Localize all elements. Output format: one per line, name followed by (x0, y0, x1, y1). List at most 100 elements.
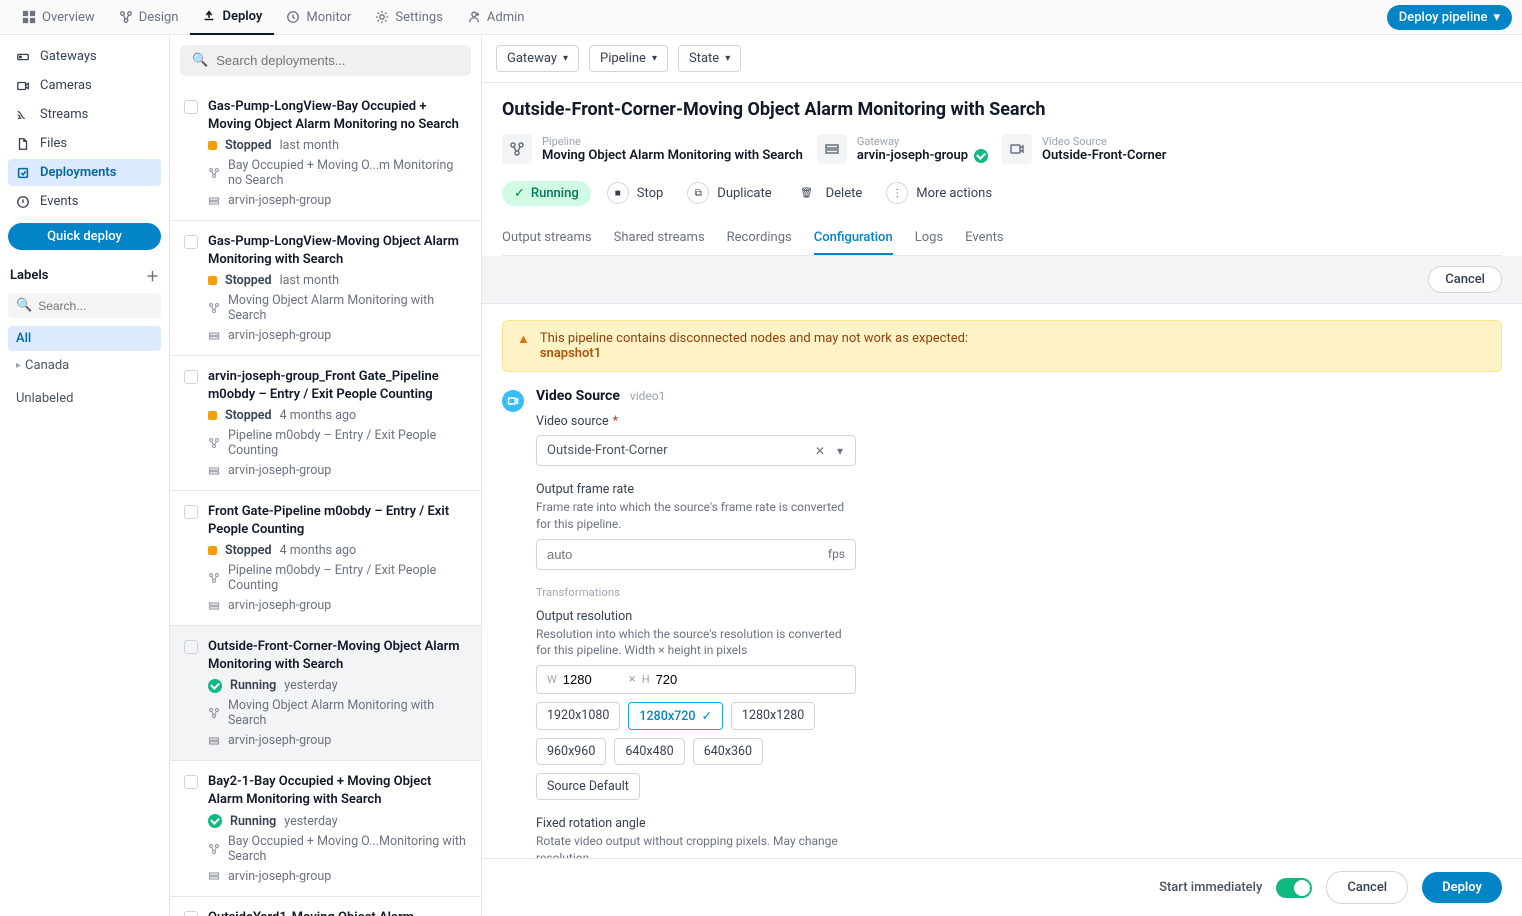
tab-recordings[interactable]: Recordings (727, 222, 792, 255)
select-checkbox[interactable] (184, 640, 198, 654)
resolution-preset[interactable]: 960x960 (536, 738, 606, 765)
tab-events[interactable]: Events (965, 222, 1003, 255)
running-icon (208, 814, 222, 828)
nav-label: Overview (42, 10, 95, 25)
label-all[interactable]: All (8, 326, 161, 351)
deployment-card[interactable]: Gas-Pump-LongView-Bay Occupied + Moving … (170, 86, 481, 221)
resolution-preset[interactable]: 1280x720 ✓ (628, 702, 723, 730)
pipeline-text: Bay Occupied + Moving O...Monitoring wit… (228, 834, 467, 864)
alert-link[interactable]: snapshot1 (540, 346, 601, 361)
video-source-select[interactable]: Outside-Front-Corner ✕ ▾ (536, 435, 856, 466)
resolution-preset[interactable]: 640x480 (614, 738, 684, 765)
meta-value[interactable]: arvin-joseph-group (857, 148, 988, 163)
footer-deploy-button[interactable]: Deploy (1422, 872, 1502, 903)
status-text: Stopped (225, 543, 272, 558)
frame-rate-input-row[interactable]: fps (536, 539, 856, 570)
design-icon (119, 10, 133, 24)
tab-logs[interactable]: Logs (915, 222, 943, 255)
frame-rate-input[interactable] (547, 547, 820, 562)
resolution-input[interactable]: W × H (536, 665, 856, 694)
sidebar-item-events[interactable]: Events (8, 188, 161, 215)
select-checkbox[interactable] (184, 235, 198, 249)
sidebar-item-deployments[interactable]: Deployments (8, 159, 161, 186)
status-ok-icon (974, 149, 988, 163)
label-canada[interactable]: ▸ Canada (8, 353, 161, 378)
gateway-icon (16, 50, 30, 64)
resolution-preset[interactable]: 1920x1080 (536, 702, 620, 730)
labels-search[interactable]: 🔍 (8, 293, 161, 318)
time-text: 4 months ago (280, 543, 357, 558)
stopped-icon (208, 546, 217, 555)
nav-overview[interactable]: Overview (10, 0, 107, 35)
duplicate-button[interactable]: ⧉Duplicate (679, 178, 779, 208)
sidebar-item-streams[interactable]: Streams (8, 101, 161, 128)
deployment-card[interactable]: Outside-Front-Corner-Moving Object Alarm… (170, 626, 481, 761)
label-unlabeled[interactable]: Unlabeled (8, 386, 161, 411)
chevron-down-icon: ▾ (652, 53, 657, 64)
footer-cancel-button[interactable]: Cancel (1326, 871, 1408, 904)
select-checkbox[interactable] (184, 370, 198, 384)
filter-label: Pipeline (600, 51, 646, 66)
pipeline-text: Moving Object Alarm Monitoring with Sear… (228, 698, 467, 728)
deployment-search-input[interactable] (216, 53, 459, 68)
gateway-text: arvin-joseph-group (228, 463, 331, 478)
pipeline-text: Bay Occupied + Moving O...m Monitoring n… (228, 158, 467, 188)
cancel-config-button[interactable]: Cancel (1428, 266, 1502, 293)
sidebar-item-files[interactable]: Files (8, 130, 161, 157)
select-checkbox[interactable] (184, 775, 198, 789)
more-actions-button[interactable]: ⋮More actions (878, 178, 1000, 208)
meta-value-text: arvin-joseph-group (857, 148, 968, 163)
detail-title: Outside-Front-Corner-Moving Object Alarm… (502, 99, 1502, 120)
config-action-bar: Cancel (482, 256, 1522, 304)
clear-icon[interactable]: ✕ (813, 444, 827, 458)
nav-label: Design (139, 10, 179, 25)
start-immediately-toggle[interactable] (1276, 878, 1312, 898)
labels-header: Labels ＋ (8, 266, 161, 285)
filter-pipeline[interactable]: Pipeline ▾ (589, 45, 668, 72)
deployment-card[interactable]: Gas-Pump-LongView-Moving Object Alarm Mo… (170, 221, 481, 356)
filter-state[interactable]: State▾ (678, 45, 741, 72)
select-checkbox[interactable] (184, 911, 198, 916)
select-checkbox[interactable] (184, 100, 198, 114)
tab-shared-streams[interactable]: Shared streams (614, 222, 705, 255)
meta-value[interactable]: Outside-Front-Corner (1042, 148, 1166, 163)
nav-deploy[interactable]: Deploy (190, 0, 274, 35)
detail-panel: Gateway▾ Pipeline ▾ State▾ Outside-Front-… (482, 35, 1522, 916)
filter-gateway[interactable]: Gateway▾ (496, 45, 579, 72)
nav-admin[interactable]: Admin (455, 0, 537, 35)
gateway-icon (208, 870, 220, 882)
gateway-text: arvin-joseph-group (228, 193, 331, 208)
status-text: Stopped (225, 273, 272, 288)
nav-monitor[interactable]: Monitor (274, 0, 363, 35)
deployment-card[interactable]: Front Gate-Pipeline m0obdy – Entry / Exi… (170, 491, 481, 626)
action-row: ✓ Running ■Stop ⧉Duplicate 🗑Delete ⋮More… (502, 178, 1502, 208)
resolution-preset[interactable]: 1280x1280 (731, 702, 815, 730)
deployment-card[interactable]: arvin-joseph-group_Front Gate_Pipeline m… (170, 356, 481, 491)
meta-label: Pipeline (542, 135, 803, 148)
resolution-preset[interactable]: Source Default (536, 773, 640, 800)
add-label-button[interactable]: ＋ (146, 266, 159, 285)
tab-output-streams[interactable]: Output streams (502, 222, 592, 255)
sidebar-item-cameras[interactable]: Cameras (8, 72, 161, 99)
tab-configuration[interactable]: Configuration (814, 222, 893, 255)
deployment-card[interactable]: Bay2-1-Bay Occupied + Moving Object Alar… (170, 761, 481, 896)
gateway-icon (208, 195, 220, 207)
deploy-pipeline-button[interactable]: Deploy pipeline ▾ (1387, 5, 1512, 30)
select-checkbox[interactable] (184, 505, 198, 519)
deployment-search[interactable]: 🔍 (180, 45, 471, 76)
delete-button[interactable]: 🗑Delete (788, 178, 871, 208)
deployment-card[interactable]: OutsideYard1-Moving Object Alarm Monitor… (170, 897, 481, 916)
resolution-preset[interactable]: 640x360 (693, 738, 763, 765)
width-input[interactable] (563, 672, 623, 687)
nav-design[interactable]: Design (107, 0, 191, 35)
quick-deploy-button[interactable]: Quick deploy (8, 223, 161, 250)
sidebar-item-gateways[interactable]: Gateways (8, 43, 161, 70)
deployment-list[interactable]: Gas-Pump-LongView-Bay Occupied + Moving … (170, 86, 481, 916)
height-input[interactable] (656, 672, 716, 687)
stop-button[interactable]: ■Stop (599, 178, 672, 208)
nav-settings[interactable]: Settings (363, 0, 454, 35)
meta-value[interactable]: Moving Object Alarm Monitoring with Sear… (542, 148, 803, 163)
chevron-down-icon[interactable]: ▾ (835, 444, 845, 458)
alert-text: This pipeline contains disconnected node… (540, 331, 968, 346)
stopped-icon (208, 141, 217, 150)
